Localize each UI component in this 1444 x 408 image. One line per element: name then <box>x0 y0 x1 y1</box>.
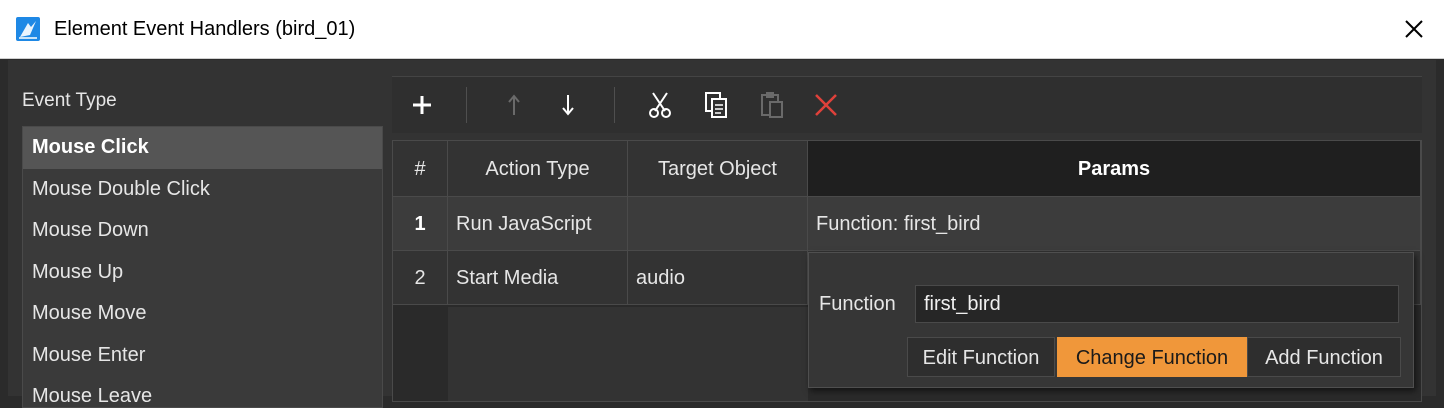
title-bar: Element Event Handlers (bird_01) <box>0 0 1444 59</box>
column-header-number[interactable]: # <box>393 141 448 197</box>
edit-function-button[interactable]: Edit Function <box>907 337 1055 377</box>
move-up-button[interactable] <box>494 85 534 125</box>
params-cell[interactable]: Function: first_bird <box>808 197 1421 251</box>
app-logo-icon <box>16 17 40 41</box>
window-title: Element Event Handlers (bird_01) <box>54 18 356 40</box>
toolbar-separator <box>466 87 467 123</box>
copy-icon <box>705 92 727 118</box>
grid-empty-area <box>448 307 808 401</box>
function-label: Function <box>819 293 896 315</box>
close-button[interactable] <box>1384 0 1444 58</box>
add-function-button[interactable]: Add Function <box>1247 337 1401 377</box>
event-item-mouse-down[interactable]: Mouse Down <box>23 210 382 252</box>
column-header-action-type[interactable]: Action Type <box>448 141 628 197</box>
event-item-mouse-move[interactable]: Mouse Move <box>23 293 382 335</box>
delete-button[interactable] <box>806 85 846 125</box>
event-item-mouse-up[interactable]: Mouse Up <box>23 252 382 294</box>
move-down-button[interactable] <box>548 85 588 125</box>
cut-icon <box>649 92 671 118</box>
copy-button[interactable] <box>696 85 736 125</box>
add-button[interactable] <box>402 85 442 125</box>
event-type-list[interactable]: Mouse Click Mouse Double Click Mouse Dow… <box>22 126 383 408</box>
delete-icon <box>815 94 837 116</box>
event-item-mouse-leave[interactable]: Mouse Leave <box>23 376 382 407</box>
event-item-mouse-click[interactable]: Mouse Click <box>23 127 382 169</box>
target-object-cell[interactable]: audio <box>628 251 808 305</box>
row-number: 2 <box>393 251 448 305</box>
paste-button[interactable] <box>752 85 792 125</box>
toolbar-separator <box>614 87 615 123</box>
move-up-icon <box>508 94 520 115</box>
event-item-mouse-double-click[interactable]: Mouse Double Click <box>23 169 382 211</box>
action-type-cell[interactable]: Run JavaScript <box>448 197 628 251</box>
function-input[interactable]: first_bird <box>915 285 1399 323</box>
event-type-label: Event Type <box>22 90 117 111</box>
event-item-mouse-enter[interactable]: Mouse Enter <box>23 335 382 377</box>
cut-button[interactable] <box>640 85 680 125</box>
action-toolbar <box>392 76 1422 133</box>
function-params-editor: Function first_bird Edit Function Change… <box>808 252 1414 388</box>
column-header-target-object[interactable]: Target Object <box>628 141 808 197</box>
column-header-params[interactable]: Params <box>808 141 1421 197</box>
change-function-button[interactable]: Change Function <box>1057 337 1247 377</box>
paste-icon <box>761 92 783 118</box>
row-number: 1 <box>393 197 448 251</box>
close-icon <box>1405 20 1423 38</box>
target-object-cell[interactable] <box>628 197 808 251</box>
action-type-cell[interactable]: Start Media <box>448 251 628 305</box>
move-down-icon <box>562 95 574 116</box>
add-icon <box>413 96 431 114</box>
